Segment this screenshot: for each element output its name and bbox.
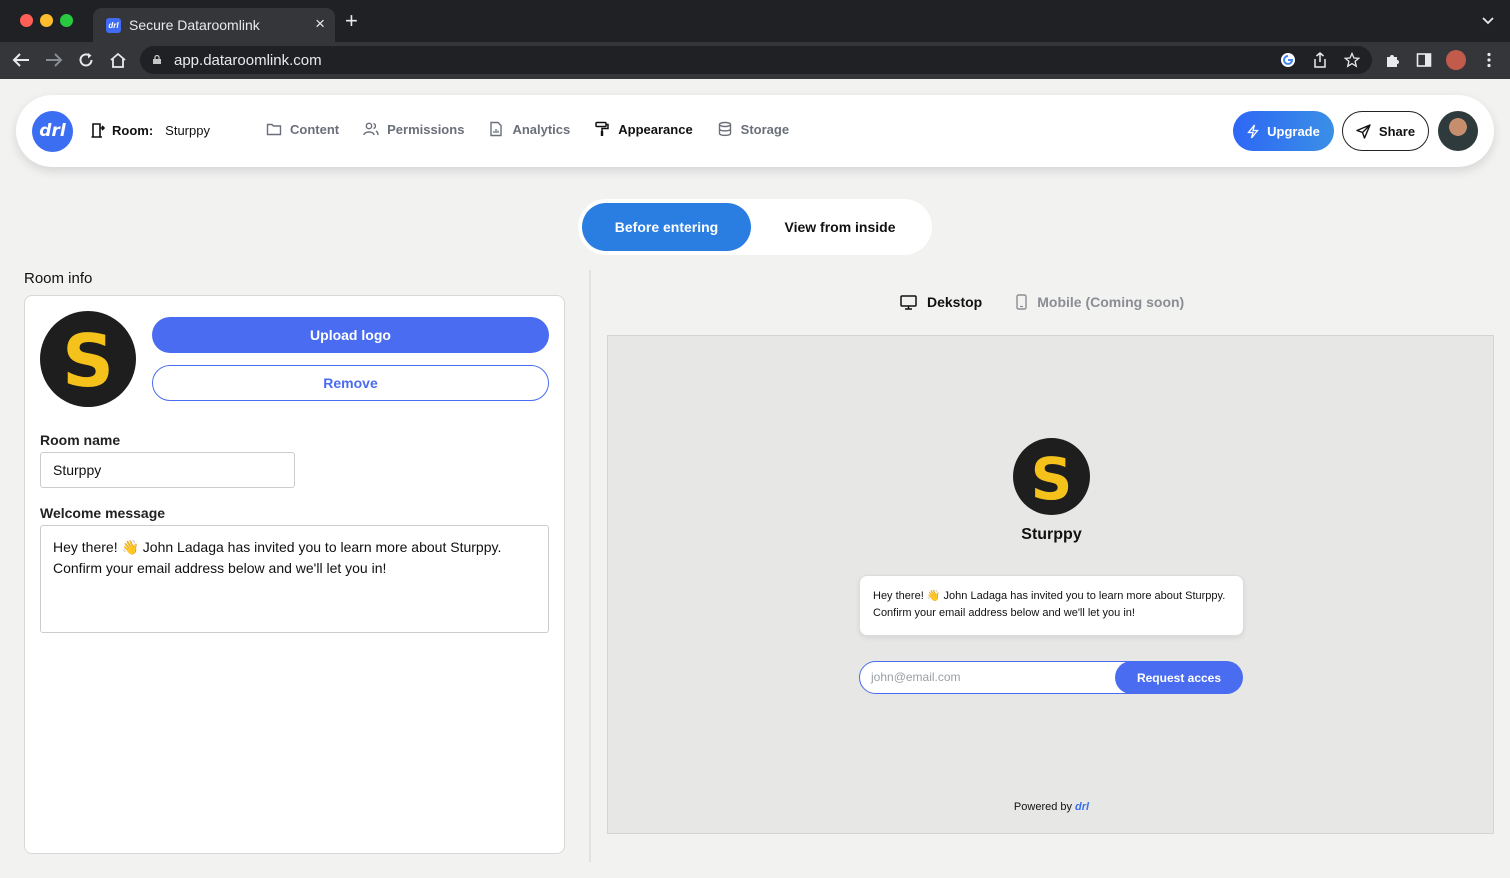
- window-close-button[interactable]: [20, 14, 33, 27]
- document-chart-icon: [490, 121, 503, 137]
- desktop-tab-label: Dekstop: [927, 294, 983, 310]
- view-from-inside-tab[interactable]: View from inside: [759, 203, 921, 251]
- paint-roller-icon: [595, 121, 609, 136]
- room-info-card: S Upload logo Remove Room name Sturppy W…: [24, 295, 565, 854]
- reload-icon[interactable]: [75, 49, 97, 71]
- browser-tab[interactable]: drl Secure Dataroomlink ×: [93, 8, 335, 42]
- upgrade-button[interactable]: Upgrade: [1233, 111, 1334, 151]
- app-header: drl Room: Sturppy Content Permissions An…: [16, 95, 1494, 167]
- share-button[interactable]: Share: [1342, 111, 1429, 151]
- preview-mode-toggle: Before entering View from inside: [578, 199, 932, 255]
- remove-logo-button[interactable]: Remove: [152, 365, 549, 401]
- main-nav: Content Permissions Analytics Appearance…: [266, 121, 789, 137]
- lock-icon: [153, 55, 161, 64]
- preview-room-name: Sturppy: [1021, 526, 1082, 543]
- nav-appearance-label: Appearance: [618, 121, 693, 137]
- send-icon: [1356, 123, 1371, 139]
- room-name-input[interactable]: Sturppy: [40, 452, 295, 488]
- forward-arrow-icon[interactable]: [43, 49, 65, 71]
- window-minimize-button[interactable]: [40, 14, 53, 27]
- browser-menu-icon[interactable]: [1478, 49, 1500, 71]
- share-page-icon[interactable]: [1310, 50, 1330, 70]
- favicon-icon: drl: [106, 18, 121, 33]
- browser-toolbar: app.dataroomlink.com: [0, 42, 1510, 79]
- new-tab-button[interactable]: +: [345, 10, 358, 32]
- powered-by-brand: drl: [1075, 801, 1090, 813]
- desktop-tab[interactable]: Dekstop: [900, 294, 982, 310]
- browser-tab-strip: drl Secure Dataroomlink × +: [0, 0, 1510, 42]
- panel-divider: [589, 270, 591, 862]
- nav-permissions[interactable]: Permissions: [363, 121, 464, 137]
- home-icon[interactable]: [107, 49, 129, 71]
- nav-storage[interactable]: Storage: [717, 121, 789, 137]
- address-bar[interactable]: app.dataroomlink.com: [140, 46, 1372, 74]
- window-zoom-button[interactable]: [60, 14, 73, 27]
- phone-icon: [1016, 294, 1027, 310]
- profile-avatar[interactable]: [1446, 50, 1466, 70]
- back-arrow-icon[interactable]: [10, 49, 32, 71]
- drl-logo[interactable]: drl: [32, 111, 73, 152]
- room-name-label: Room name: [40, 432, 121, 448]
- nav-appearance[interactable]: Appearance: [594, 121, 693, 137]
- monitor-icon: [900, 294, 917, 310]
- room-info-title: Room info: [24, 270, 93, 287]
- door-exit-icon: [91, 123, 106, 138]
- welcome-message-textarea[interactable]: Hey there! 👋 John Ladaga has invited you…: [40, 525, 549, 633]
- bookmark-star-icon[interactable]: [1342, 50, 1362, 70]
- url-text: app.dataroomlink.com: [174, 52, 322, 69]
- google-icon[interactable]: [1278, 50, 1298, 70]
- upgrade-label: Upgrade: [1267, 123, 1320, 139]
- preview-logo-letter: S: [1031, 445, 1073, 513]
- nav-content-label: Content: [290, 121, 340, 137]
- tab-search-chevron-icon[interactable]: [1482, 12, 1494, 28]
- welcome-message-label: Welcome message: [40, 505, 166, 521]
- preview-room-logo: S: [1013, 438, 1090, 515]
- lightning-icon: [1247, 124, 1259, 138]
- room-label: Room:: [112, 122, 154, 138]
- nav-storage-label: Storage: [740, 121, 790, 137]
- preview-email-form: john@email.com Request acces: [859, 661, 1244, 694]
- room-logo-image: S: [40, 311, 136, 407]
- upload-logo-button[interactable]: Upload logo: [152, 317, 549, 353]
- desktop-preview-frame: S Sturppy Hey there! 👋 John Ladaga has i…: [607, 335, 1494, 834]
- request-access-button[interactable]: Request acces: [1115, 661, 1243, 694]
- extensions-puzzle-icon[interactable]: [1381, 49, 1403, 71]
- share-label: Share: [1378, 123, 1416, 139]
- tab-close-icon[interactable]: ×: [315, 14, 325, 34]
- mobile-tab-label: Mobile (Coming soon): [1037, 294, 1185, 310]
- nav-analytics[interactable]: Analytics: [488, 121, 570, 137]
- nav-content[interactable]: Content: [266, 121, 339, 137]
- powered-by: Powered by drl: [608, 801, 1495, 813]
- user-avatar[interactable]: [1438, 111, 1478, 151]
- powered-by-text: Powered by: [1013, 801, 1073, 813]
- device-tabs: Dekstop Mobile (Coming soon): [900, 294, 1184, 310]
- preview-email-input[interactable]: john@email.com: [859, 661, 1139, 694]
- folder-icon: [266, 123, 282, 136]
- database-icon: [718, 121, 731, 137]
- preview-welcome-message: Hey there! 👋 John Ladaga has invited you…: [859, 575, 1244, 636]
- nav-permissions-label: Permissions: [387, 121, 465, 137]
- room-name: Sturppy: [165, 122, 210, 138]
- side-panel-icon[interactable]: [1413, 49, 1435, 71]
- users-icon: [363, 122, 379, 136]
- room-logo-letter: S: [62, 319, 114, 403]
- room-indicator: Room: Sturppy: [90, 122, 210, 138]
- before-entering-tab[interactable]: Before entering: [582, 203, 751, 251]
- tab-title: Secure Dataroomlink: [129, 17, 260, 33]
- mobile-tab: Mobile (Coming soon): [1016, 294, 1184, 310]
- nav-analytics-label: Analytics: [512, 121, 571, 137]
